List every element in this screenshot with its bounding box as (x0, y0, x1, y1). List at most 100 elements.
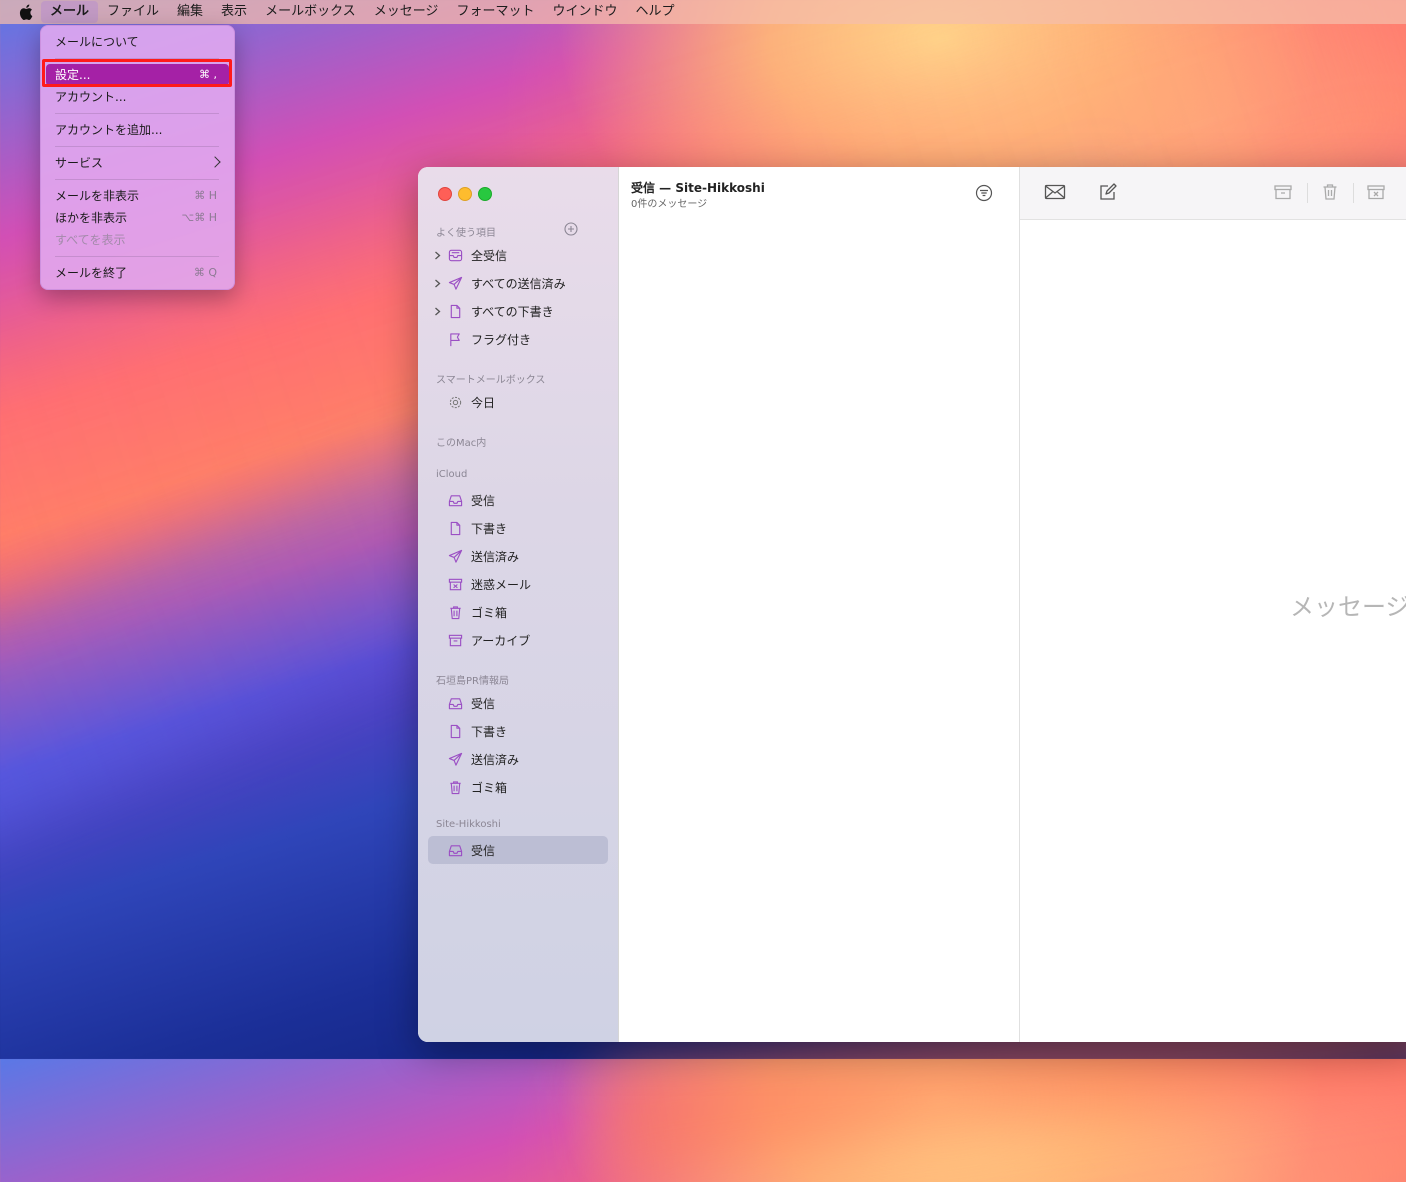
toolbar (1020, 167, 1406, 220)
sidebar-item-label: 下書き (471, 521, 508, 536)
menu-shortcut: ⌘ H (194, 189, 217, 202)
compose-icon[interactable] (1098, 183, 1118, 201)
sidebar-item-ishigaki-trash[interactable]: ゴミ箱 (428, 773, 608, 801)
message-count: 0件のメッセージ (631, 199, 708, 210)
junk-box-icon (446, 576, 464, 592)
sidebar-item-icloud-trash[interactable]: ゴミ箱 (428, 598, 608, 626)
sidebar-item-label: 今日 (471, 395, 496, 410)
paper-plane-icon (446, 751, 464, 767)
menu-add-account[interactable]: アカウントを追加... (46, 119, 229, 141)
sidebar-item-icloud-sent[interactable]: 送信済み (428, 542, 608, 570)
message-list: 受信 — Site-Hikkoshi 0件のメッセージ (619, 167, 1020, 1042)
menu-label: アカウント... (55, 90, 127, 104)
sidebar-item-label: フラグ付き (471, 332, 532, 347)
junk-icon[interactable] (1366, 183, 1386, 201)
menu-separator (55, 179, 219, 180)
trash-icon (446, 604, 464, 620)
menubar-mailbox[interactable]: メールボックス (256, 1, 365, 23)
menu-separator (55, 146, 219, 147)
menu-label: ほかを非表示 (55, 211, 128, 225)
sidebar-item-label: すべての下書き (471, 304, 554, 319)
sidebar-item-label: 下書き (471, 724, 508, 739)
menu-hide-others[interactable]: ほかを非表示 ⌥⌘ H (46, 207, 229, 229)
sidebar-item-icloud-drafts[interactable]: 下書き (428, 514, 608, 542)
menu-about-mail[interactable]: メールについて (46, 31, 229, 53)
archive-box-icon (446, 632, 464, 648)
menu-label: メールについて (55, 35, 139, 49)
add-plus-icon[interactable] (564, 222, 578, 236)
sidebar-item-label: アーカイブ (471, 633, 531, 648)
inbox-tray-icon (446, 695, 464, 711)
menubar-file[interactable]: ファイル (98, 1, 168, 23)
menubar-edit[interactable]: 編集 (168, 1, 212, 23)
chevron-right-icon (209, 156, 221, 168)
archive-icon[interactable] (1273, 183, 1293, 201)
trash-icon[interactable] (1321, 183, 1339, 201)
minimize-window-button[interactable] (458, 187, 472, 201)
sidebar-item-icloud-junk[interactable]: 迷惑メール (428, 570, 608, 598)
get-mail-icon[interactable] (1044, 183, 1066, 201)
sidebar-item-ishigaki-drafts[interactable]: 下書き (428, 717, 608, 745)
menubar: メール ファイル 編集 表示 メールボックス メッセージ フォーマット ウインド… (0, 0, 1406, 24)
disclosure-chevron-icon[interactable] (434, 307, 441, 316)
mail-window: よく使う項目 全受信 すべての送信済み すべての下書き フラグ付き スマートメー… (418, 167, 1406, 1042)
inbox-tray-icon (446, 842, 464, 858)
annotation-highlight-box (42, 59, 232, 87)
sidebar-item-all-inboxes[interactable]: 全受信 (428, 241, 608, 269)
on-my-mac-header[interactable]: このMac内 (436, 434, 486, 449)
mailbox-title: 受信 — Site-Hikkoshi (631, 181, 765, 195)
ishigaki-account-header[interactable]: 石垣島PR情報局 (436, 672, 509, 687)
icloud-header[interactable]: iCloud (436, 469, 467, 480)
sidebar-item-today[interactable]: 今日 (428, 388, 608, 416)
trash-icon (446, 779, 464, 795)
sidebar-item-flagged[interactable]: フラグ付き (428, 325, 608, 353)
menubar-message[interactable]: メッセージ (365, 1, 448, 23)
sidebar-item-label: 受信 (471, 493, 496, 508)
menubar-format[interactable]: フォーマット (447, 1, 543, 23)
paper-plane-icon (446, 275, 464, 291)
close-window-button[interactable] (438, 187, 452, 201)
paper-plane-icon (446, 548, 464, 564)
disclosure-chevron-icon[interactable] (434, 279, 441, 288)
menu-quit-mail[interactable]: メールを終了 ⌘ Q (46, 262, 229, 284)
sidebar-item-icloud-inbox[interactable]: 受信 (428, 486, 608, 514)
menu-services[interactable]: サービス (46, 152, 229, 174)
sidebar-item-all-sent[interactable]: すべての送信済み (428, 269, 608, 297)
sidebar: よく使う項目 全受信 すべての送信済み すべての下書き フラグ付き スマートメー… (418, 167, 619, 1042)
menu-hide-mail[interactable]: メールを非表示 ⌘ H (46, 185, 229, 207)
menu-separator (55, 256, 219, 257)
menu-accounts[interactable]: アカウント... (46, 86, 229, 108)
sidebar-item-label: 送信済み (471, 549, 520, 564)
disclosure-chevron-icon[interactable] (434, 251, 441, 260)
filter-icon[interactable] (975, 184, 993, 202)
menu-shortcut: ⌘ Q (193, 266, 217, 279)
menu-label: サービス (55, 156, 104, 170)
sidebar-item-hikkoshi-inbox[interactable]: 受信 (428, 836, 608, 864)
menu-show-all: すべてを表示 (46, 229, 229, 251)
menubar-help[interactable]: ヘルプ (626, 1, 683, 23)
menubar-mail[interactable]: メール (41, 1, 99, 23)
menu-label: アカウントを追加... (55, 123, 163, 137)
hikkoshi-account-header[interactable]: Site-Hikkoshi (436, 819, 501, 830)
sidebar-item-all-drafts[interactable]: すべての下書き (428, 297, 608, 325)
sidebar-item-label: ゴミ箱 (471, 780, 508, 795)
sidebar-item-icloud-archive[interactable]: アーカイブ (428, 626, 608, 654)
sidebar-item-label: 送信済み (471, 752, 520, 767)
sidebar-item-ishigaki-inbox[interactable]: 受信 (428, 689, 608, 717)
document-icon (446, 723, 464, 739)
sidebar-item-label: すべての送信済み (471, 276, 566, 291)
menu-label: すべてを表示 (55, 233, 126, 247)
menubar-window[interactable]: ウインドウ (543, 1, 626, 23)
flag-icon (446, 331, 464, 347)
inbox-tray-icon (446, 492, 464, 508)
sidebar-item-ishigaki-sent[interactable]: 送信済み (428, 745, 608, 773)
sidebar-item-label: 受信 (471, 696, 496, 711)
menu-separator (55, 113, 219, 114)
zoom-window-button[interactable] (478, 187, 492, 201)
sidebar-item-label: ゴミ箱 (471, 605, 508, 620)
menubar-view[interactable]: 表示 (212, 1, 256, 23)
menu-label: メールを終了 (55, 266, 128, 280)
apple-icon[interactable] (19, 4, 33, 20)
no-message-placeholder: メッセージ (1290, 593, 1406, 621)
sidebar-item-label: 全受信 (471, 248, 508, 263)
